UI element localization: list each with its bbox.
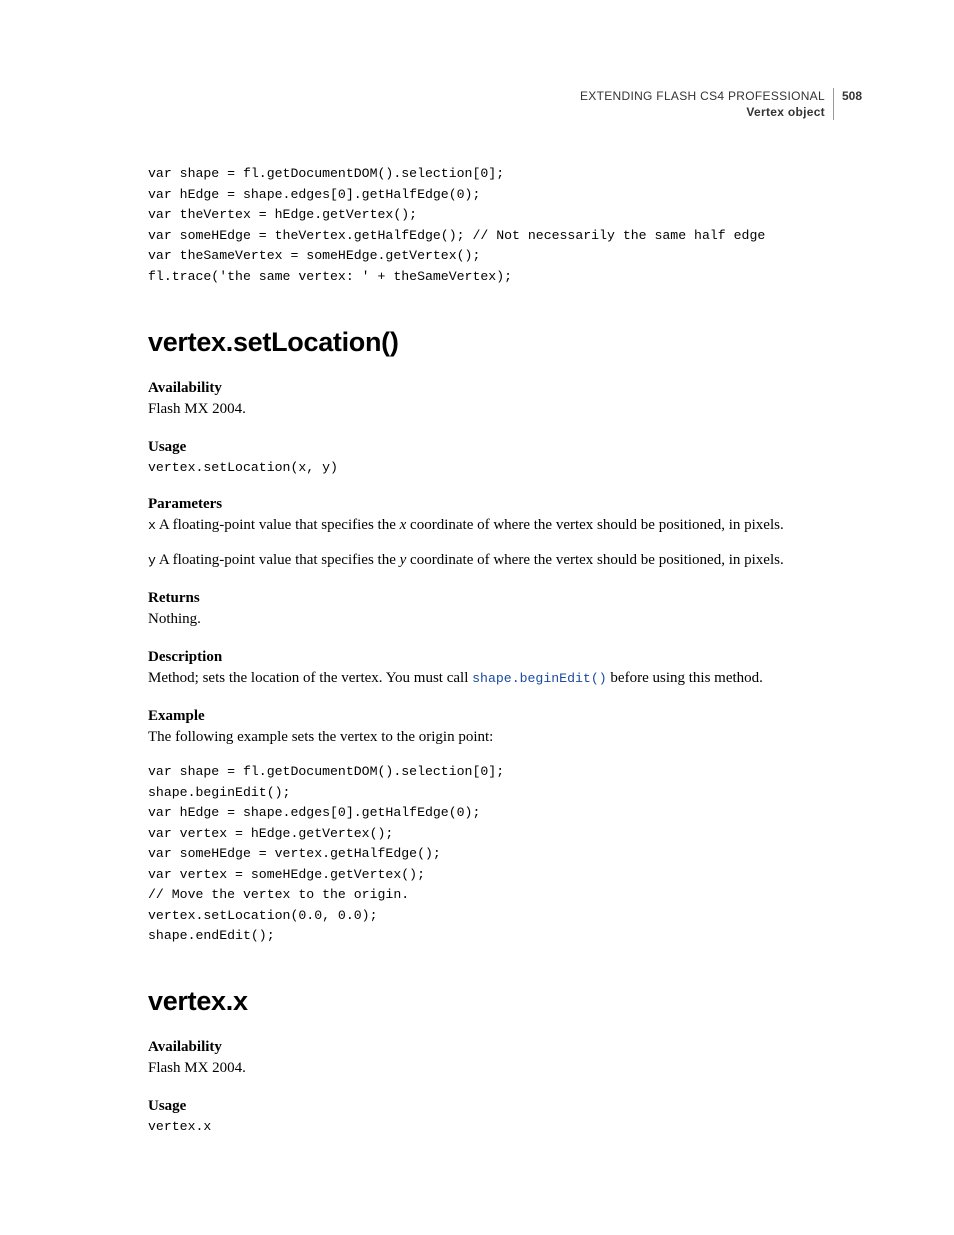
running-header: EXTENDING FLASH CS4 PROFESSIONAL Vertex … — [148, 88, 862, 120]
description-text: Method; sets the location of the vertex.… — [148, 668, 862, 690]
description-label: Description — [148, 649, 862, 666]
header-divider — [833, 88, 834, 120]
page-number: 508 — [842, 88, 862, 103]
availability-text: Flash MX 2004. — [148, 399, 862, 421]
param-x-desc-a: A floating-point value that specifies th… — [156, 517, 400, 533]
description-a: Method; sets the location of the vertex.… — [148, 670, 472, 686]
description-b: before using this method. — [607, 670, 763, 686]
example-label: Example — [148, 708, 862, 725]
heading-vertex-x: vertex.x — [148, 986, 862, 1017]
param-y-desc-b: coordinate of where the vertex should be… — [406, 552, 783, 568]
running-header-text: EXTENDING FLASH CS4 PROFESSIONAL Vertex … — [580, 88, 825, 120]
doc-title: EXTENDING FLASH CS4 PROFESSIONAL — [580, 88, 825, 104]
availability-label-2: Availability — [148, 1039, 862, 1056]
page: EXTENDING FLASH CS4 PROFESSIONAL Vertex … — [0, 0, 954, 1231]
param-x-desc-b: coordinate of where the vertex should be… — [406, 517, 783, 533]
param-x-name: x — [148, 518, 156, 533]
usage-label-2: Usage — [148, 1098, 862, 1115]
usage-code-2: vertex.x — [148, 1117, 862, 1137]
param-y-name: y — [148, 553, 156, 568]
usage-code: vertex.setLocation(x, y) — [148, 458, 862, 478]
param-x: x A floating-point value that specifies … — [148, 515, 862, 537]
parameters-label: Parameters — [148, 496, 862, 513]
param-y-desc-a: A floating-point value that specifies th… — [156, 552, 400, 568]
code-block-halfedge: var shape = fl.getDocumentDOM().selectio… — [148, 164, 862, 287]
availability-label: Availability — [148, 380, 862, 397]
example-intro: The following example sets the vertex to… — [148, 727, 862, 749]
heading-setlocation: vertex.setLocation() — [148, 327, 862, 358]
param-y: y A floating-point value that specifies … — [148, 550, 862, 572]
usage-label: Usage — [148, 439, 862, 456]
availability-text-2: Flash MX 2004. — [148, 1058, 862, 1080]
code-block-setlocation: var shape = fl.getDocumentDOM().selectio… — [148, 762, 862, 946]
doc-section: Vertex object — [580, 104, 825, 120]
link-shape-beginedit[interactable]: shape.beginEdit() — [472, 671, 607, 686]
returns-label: Returns — [148, 590, 862, 607]
returns-text: Nothing. — [148, 609, 862, 631]
